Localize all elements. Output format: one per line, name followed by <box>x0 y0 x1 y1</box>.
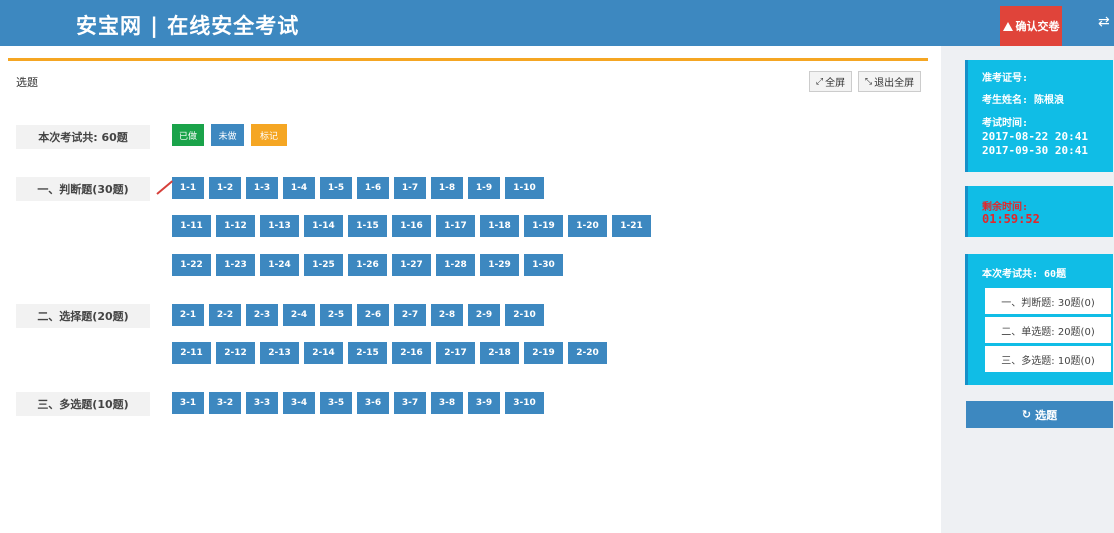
candidate-name: 考生姓名: 陈根浪 <box>982 95 1065 106</box>
question-button[interactable]: 1-12 <box>216 215 255 237</box>
exam-time-label: 考试时间: <box>982 118 1029 129</box>
question-button[interactable]: 1-15 <box>348 215 387 237</box>
fullscreen-label: 全屏 <box>825 78 846 89</box>
submit-exam-label: 确认交卷 <box>1015 20 1060 33</box>
question-button[interactable]: 2-14 <box>304 342 343 364</box>
question-button[interactable]: 2-7 <box>394 304 426 326</box>
question-button[interactable]: 1-27 <box>392 254 431 276</box>
question-button[interactable]: 1-17 <box>436 215 475 237</box>
question-button[interactable]: 1-25 <box>304 254 343 276</box>
question-button[interactable]: 2-19 <box>524 342 563 364</box>
exam-end-time: 2017-09-30 20:41 <box>982 144 1088 157</box>
question-button[interactable]: 1-28 <box>436 254 475 276</box>
section-title: 选题 <box>16 76 38 89</box>
question-button[interactable]: 2-2 <box>209 304 241 326</box>
candidate-info-card: 准考证号: 考生姓名: 陈根浪 考试时间: 2017-08-22 20:41 2… <box>965 60 1113 172</box>
summary-title: 本次考试共: 60题 <box>982 269 1067 280</box>
question-button[interactable]: 1-4 <box>283 177 315 199</box>
question-button[interactable]: 2-18 <box>480 342 519 364</box>
exam-start-time: 2017-08-22 20:41 <box>982 130 1088 143</box>
question-button[interactable]: 1-14 <box>304 215 343 237</box>
question-button[interactable]: 3-8 <box>431 392 463 414</box>
select-question-button[interactable]: ↻ 选题 <box>966 401 1113 428</box>
question-button[interactable]: 1-9 <box>468 177 500 199</box>
group-label-choice: 二、选择题(20题) <box>16 304 150 328</box>
question-button[interactable]: 3-7 <box>394 392 426 414</box>
question-button[interactable]: 1-2 <box>209 177 241 199</box>
question-button[interactable]: 3-9 <box>468 392 500 414</box>
summary-item-single: 二、单选题: 20题(0) <box>985 317 1111 343</box>
question-button[interactable]: 1-8 <box>431 177 463 199</box>
refresh-icon: ↻ <box>1021 408 1032 421</box>
question-button[interactable]: 2-11 <box>172 342 211 364</box>
legend-done: 已做 <box>172 124 204 146</box>
question-button[interactable]: 3-10 <box>505 392 544 414</box>
question-button[interactable]: 2-16 <box>392 342 431 364</box>
question-button[interactable]: 1-6 <box>357 177 389 199</box>
question-button[interactable]: 1-22 <box>172 254 211 276</box>
question-button[interactable]: 3-5 <box>320 392 352 414</box>
question-button[interactable]: 1-29 <box>480 254 519 276</box>
exit-fullscreen-label: 退出全屏 <box>874 78 915 89</box>
group-label-multi: 三、多选题(10题) <box>16 392 150 416</box>
summary-item-judge: 一、判断题: 30题(0) <box>985 288 1111 314</box>
legend-marked: 标记 <box>251 124 287 146</box>
question-button[interactable]: 2-12 <box>216 342 255 364</box>
collapse-icon: ⤡ <box>864 76 873 87</box>
warning-icon <box>1002 21 1013 31</box>
question-button[interactable]: 3-1 <box>172 392 204 414</box>
summary-item-multi: 三、多选题: 10题(0) <box>985 346 1111 372</box>
countdown-card: 剩余时间: 01:59:52 <box>965 186 1113 237</box>
question-button[interactable]: 2-17 <box>436 342 475 364</box>
question-button[interactable]: 2-10 <box>505 304 544 326</box>
question-button[interactable]: 1-11 <box>172 215 211 237</box>
question-button[interactable]: 2-9 <box>468 304 500 326</box>
question-button[interactable]: 1-7 <box>394 177 426 199</box>
question-button[interactable]: 3-2 <box>209 392 241 414</box>
question-button[interactable]: 2-15 <box>348 342 387 364</box>
question-button[interactable]: 1-21 <box>612 215 651 237</box>
legend-undone: 未做 <box>211 124 244 146</box>
remaining-time-label: 剩余时间: <box>982 202 1029 213</box>
question-button[interactable]: 1-19 <box>524 215 563 237</box>
question-button[interactable]: 2-5 <box>320 304 352 326</box>
question-button[interactable]: 1-26 <box>348 254 387 276</box>
question-button[interactable]: 1-16 <box>392 215 431 237</box>
remaining-time-value: 01:59:52 <box>982 212 1040 226</box>
question-button[interactable]: 1-3 <box>246 177 278 199</box>
question-button[interactable]: 2-8 <box>431 304 463 326</box>
question-button[interactable]: 1-20 <box>568 215 607 237</box>
question-button[interactable]: 1-1 <box>172 177 204 199</box>
question-button[interactable]: 1-30 <box>524 254 563 276</box>
question-button[interactable]: 2-20 <box>568 342 607 364</box>
question-button[interactable]: 1-24 <box>260 254 299 276</box>
question-button[interactable]: 2-6 <box>357 304 389 326</box>
question-button[interactable]: 2-1 <box>172 304 204 326</box>
top-bar: 安宝网 | 在线安全考试 确认交卷 ⇄ <box>0 0 1114 46</box>
expand-icon: ⤢ <box>815 76 824 87</box>
exit-fullscreen-button[interactable]: ⤡ 退出全屏 <box>858 71 921 92</box>
question-button[interactable]: 1-23 <box>216 254 255 276</box>
swap-icon[interactable]: ⇄ <box>1098 14 1110 30</box>
summary-card: 本次考试共: 60题 一、判断题: 30题(0) 二、单选题: 20题(0) 三… <box>965 254 1113 385</box>
app-title: 安宝网 | 在线安全考试 <box>76 14 300 38</box>
question-button[interactable]: 3-6 <box>357 392 389 414</box>
question-button[interactable]: 2-13 <box>260 342 299 364</box>
ticket-number-label: 准考证号: <box>982 73 1029 84</box>
total-questions-label: 本次考试共: 60题 <box>16 125 150 149</box>
question-button[interactable]: 3-4 <box>283 392 315 414</box>
question-button[interactable]: 1-5 <box>320 177 352 199</box>
question-button[interactable]: 3-3 <box>246 392 278 414</box>
question-button[interactable]: 2-3 <box>246 304 278 326</box>
fullscreen-button[interactable]: ⤢ 全屏 <box>809 71 852 92</box>
group-label-judge: 一、判断题(30题) <box>16 177 150 201</box>
select-question-label: 选题 <box>1035 408 1058 422</box>
question-button[interactable]: 1-13 <box>260 215 299 237</box>
submit-exam-button[interactable]: 确认交卷 <box>1000 6 1062 46</box>
question-button[interactable]: 1-10 <box>505 177 544 199</box>
question-button[interactable]: 1-18 <box>480 215 519 237</box>
question-button[interactable]: 2-4 <box>283 304 315 326</box>
